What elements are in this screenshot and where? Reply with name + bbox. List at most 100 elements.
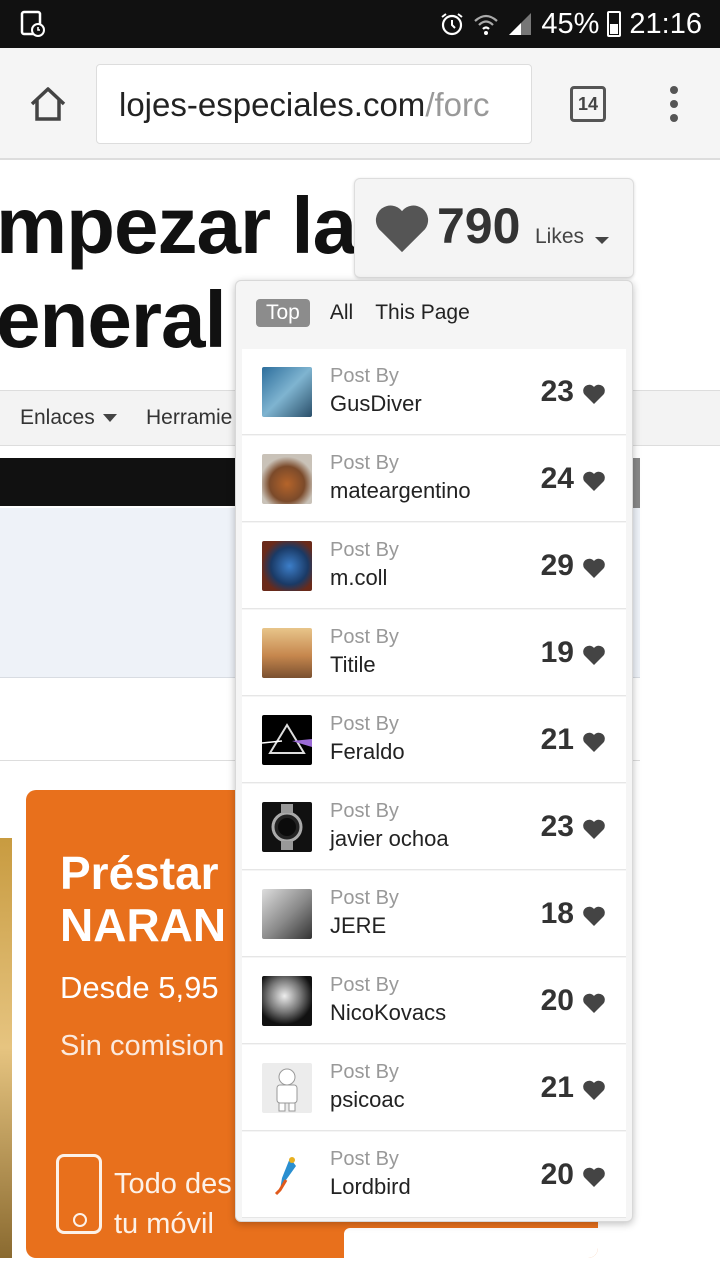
wifi-icon: [474, 14, 499, 35]
tab-top[interactable]: Top: [256, 299, 310, 327]
post-by-label: Post By: [330, 800, 399, 822]
tab-this-page[interactable]: This Page: [373, 299, 472, 327]
overflow-menu-icon[interactable]: [664, 86, 684, 126]
like-count: 20: [540, 1158, 574, 1191]
post-by-label: Post By: [330, 1148, 399, 1170]
like-count: 23: [540, 375, 574, 408]
username: JERE: [330, 913, 387, 938]
ad-footer-line1: Todo des: [114, 1168, 232, 1200]
ad-subtitle: Desde 5,95: [60, 970, 219, 1005]
like-count: 24: [540, 462, 574, 495]
avatar: [262, 454, 312, 504]
like-count: 19: [540, 636, 574, 669]
tab-switcher-button[interactable]: 14: [570, 86, 606, 122]
heart-icon: [375, 205, 429, 253]
avatar: [262, 367, 312, 417]
username: Lordbird: [330, 1174, 411, 1199]
heart-icon: [583, 1167, 605, 1187]
url-bar[interactable]: lojes-especiales.com/forc: [96, 64, 532, 144]
ad-footer-line2: tu móvil: [114, 1208, 214, 1240]
heart-icon: [583, 645, 605, 665]
caret-down-icon: [595, 237, 609, 244]
list-item[interactable]: Post By psicoac 21: [242, 1045, 626, 1131]
like-count: 21: [540, 1071, 574, 1104]
like-count: 29: [540, 549, 574, 582]
username: NicoKovacs: [330, 1000, 447, 1025]
screenshot-icon: [20, 10, 45, 37]
heart-icon: [583, 471, 605, 491]
likes-button[interactable]: 790 Likes: [354, 178, 634, 278]
caret-down-icon: [102, 414, 117, 423]
nav-item-label: Enlaces: [20, 406, 95, 429]
clock: 21:16: [629, 7, 702, 40]
ad-cta-strip: [344, 1228, 598, 1258]
side-image: [0, 838, 12, 1258]
page-title-line2: eneral: [0, 275, 227, 364]
heart-icon: [583, 993, 605, 1013]
status-bar: 45% 21:16: [0, 0, 720, 48]
home-icon[interactable]: [26, 82, 70, 126]
username: psicoac: [330, 1087, 405, 1112]
likes-label: Likes: [535, 225, 585, 248]
nav-item-enlaces[interactable]: Enlaces: [20, 406, 117, 430]
avatar: [262, 541, 312, 591]
ad-subtitle-2: Sin comision: [60, 1030, 225, 1062]
likers-list: Post By GusDiver 23 Post By mateargentin…: [242, 349, 626, 1219]
list-item[interactable]: Post By NicoKovacs 20: [242, 958, 626, 1044]
like-count: 20: [540, 984, 574, 1017]
list-item[interactable]: Post By Lordbird 20: [242, 1132, 626, 1218]
list-item[interactable]: Post By Feraldo 21: [242, 697, 626, 783]
list-item[interactable]: Post By GusDiver 23: [242, 349, 626, 435]
avatar: [262, 1063, 312, 1113]
list-item[interactable]: Post By JERE 18: [242, 871, 626, 957]
avatar: [262, 715, 312, 765]
scroll-indicator: [632, 458, 640, 508]
username: javier ochoa: [330, 826, 449, 851]
signal-icon: [509, 13, 532, 35]
post-by-label: Post By: [330, 1061, 399, 1083]
post-by-label: Post By: [330, 713, 399, 735]
browser-toolbar: lojes-especiales.com/forc 14: [0, 48, 720, 160]
heart-icon: [583, 819, 605, 839]
ad-title-line1: Préstar: [60, 847, 219, 899]
battery-percent: 45%: [541, 7, 600, 40]
battery-icon: [607, 11, 622, 37]
list-item[interactable]: Post By Titile 19: [242, 610, 626, 696]
heart-icon: [583, 558, 605, 578]
page-title-line1: mpezar la: [0, 181, 357, 270]
likes-dropdown: Top All This Page Post By GusDiver 23 Po…: [235, 280, 633, 1222]
post-by-label: Post By: [330, 452, 399, 474]
avatar: [262, 1150, 312, 1200]
list-item[interactable]: Post By javier ochoa 23: [242, 784, 626, 870]
post-by-label: Post By: [330, 887, 399, 909]
post-by-label: Post By: [330, 626, 399, 648]
nav-item-label: Herramie: [146, 406, 233, 429]
like-count: 23: [540, 810, 574, 843]
avatar: [262, 802, 312, 852]
like-count: 21: [540, 723, 574, 756]
nav-item-herramientas[interactable]: Herramie: [146, 406, 232, 430]
username: GusDiver: [330, 391, 422, 416]
heart-icon: [583, 1080, 605, 1100]
heart-icon: [583, 906, 605, 926]
tab-all[interactable]: All: [328, 299, 355, 327]
likes-count: 790: [437, 198, 521, 254]
list-item[interactable]: Post By m.coll 29: [242, 523, 626, 609]
alarm-icon: [441, 13, 463, 36]
username: Feraldo: [330, 739, 405, 764]
url-path: /forc: [425, 86, 490, 123]
avatar: [262, 976, 312, 1026]
avatar: [262, 628, 312, 678]
like-count: 18: [540, 897, 574, 930]
post-by-label: Post By: [330, 539, 399, 561]
ad-title-line2: NARAN: [60, 899, 227, 951]
post-by-label: Post By: [330, 974, 399, 996]
likes-tabs: Top All This Page: [256, 297, 490, 329]
phone-icon: [56, 1154, 102, 1234]
list-item[interactable]: Post By mateargentino 24: [242, 436, 626, 522]
url-host: lojes-especiales.com: [119, 86, 426, 123]
username: Titile: [330, 652, 376, 677]
username: m.coll: [330, 565, 388, 590]
post-by-label: Post By: [330, 365, 399, 387]
heart-icon: [583, 732, 605, 752]
